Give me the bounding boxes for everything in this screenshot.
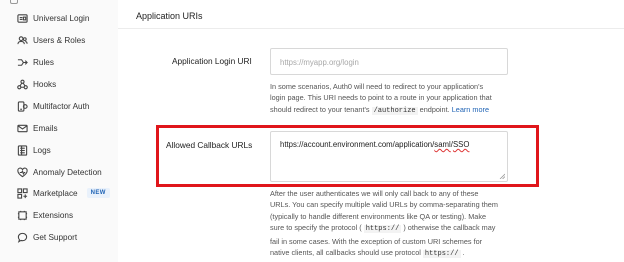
help-text-part: should redirect to your tenant's (270, 104, 370, 114)
callback-urls-value: https://account.environment.com/applicat… (280, 140, 469, 149)
sidebar-item-anomaly-detection[interactable]: Anomaly Detection (17, 163, 102, 181)
help-text: login page. This URI needs to point to a… (270, 93, 492, 103)
multifactor-icon (17, 100, 28, 112)
sidebar-item-label: Get Support (33, 232, 78, 242)
sidebar-item-label: Multifactor Auth (33, 101, 90, 111)
sidebar-item-rules[interactable]: Rules (17, 53, 54, 71)
rules-icon (17, 57, 28, 68)
sidebar-item-label: Hooks (33, 79, 57, 89)
heart-icon (17, 167, 28, 178)
help-text: In some scenarios, Auth0 will need to re… (270, 82, 484, 91)
support-icon (17, 232, 28, 243)
value-part: https://account.environment.com/applicat… (280, 140, 435, 149)
universal-login-icon (17, 13, 28, 24)
help-text: native clients, all callbacks should use… (270, 247, 530, 260)
https-code: https:// (422, 250, 461, 259)
sidebar-item-users-roles[interactable]: Users & Roles (17, 31, 85, 49)
help-text: After the user authenticates we will onl… (270, 189, 479, 198)
sidebar-item-hooks[interactable]: Hooks (17, 75, 56, 93)
email-icon (17, 123, 28, 134)
sidebar-item-emails[interactable]: Emails (17, 119, 58, 137)
sidebar-item-label: Extensions (33, 210, 74, 220)
help-text: URLs. You can specify multiple valid URL… (270, 200, 498, 210)
authorize-code: /authorize (371, 106, 418, 115)
help-text-part: . (462, 248, 465, 258)
callback-urls-help: After the user authenticates we will onl… (270, 188, 530, 260)
sidebar-item-label: Anomaly Detection (33, 167, 102, 177)
sidebar-item-extensions[interactable]: Extensions (17, 206, 73, 224)
section-title: Application URIs (136, 11, 203, 21)
help-text-part: ) otherwise the callback may (403, 223, 496, 233)
sidebar: Universal Login Users & Roles Rules Hook… (0, 0, 118, 262)
new-badge: NEW (86, 188, 110, 198)
users-icon (17, 35, 28, 46)
sidebar-item-universal-login[interactable]: Universal Login (17, 9, 89, 27)
help-text: should redirect to your tenant's /author… (270, 104, 530, 117)
sidebar-item-label: Users & Roles (33, 35, 86, 45)
resize-handle-icon[interactable] (499, 173, 505, 179)
help-text-part: endpoint. (419, 104, 450, 114)
login-uri-label: Application Login URI (172, 56, 252, 66)
sidebar-item-marketplace[interactable]: Marketplace NEW (17, 184, 110, 202)
login-uri-input[interactable]: https://myapp.org/login (270, 48, 508, 75)
help-text-part: sure to specify the protocol ( (270, 223, 362, 233)
extensions-icon (17, 210, 28, 221)
sidebar-item-label: Marketplace (33, 188, 78, 198)
help-text: sure to specify the protocol ( https:// … (270, 222, 530, 235)
sidebar-item-label: Logs (33, 145, 51, 155)
marketplace-icon (17, 187, 28, 199)
value-part: SSO (452, 140, 470, 149)
https-code: https:// (363, 225, 402, 234)
learn-more-link[interactable]: Learn more (452, 105, 489, 114)
login-uri-help: In some scenarios, Auth0 will need to re… (270, 81, 530, 117)
partial-icon (10, 0, 18, 4)
help-text: (typically to handle different environme… (270, 211, 487, 221)
sidebar-item-label: Rules (33, 57, 54, 67)
login-uri-placeholder: https://myapp.org/login (280, 58, 359, 67)
help-text: fail in some cases. With the exception o… (270, 236, 483, 246)
logs-icon (17, 144, 28, 156)
section-divider (118, 28, 624, 29)
sidebar-item-multifactor[interactable]: Multifactor Auth (17, 97, 89, 115)
hooks-icon (17, 79, 28, 90)
sidebar-item-get-support[interactable]: Get Support (17, 228, 77, 246)
help-text-part: native clients, all callbacks should use… (270, 248, 421, 258)
sidebar-item-label: Universal Login (33, 13, 90, 23)
sidebar-item-logs[interactable]: Logs (17, 141, 51, 159)
value-part: saml (434, 140, 451, 149)
callback-urls-textarea[interactable]: https://account.environment.com/applicat… (270, 131, 508, 182)
callback-urls-label: Allowed Callback URLs (166, 140, 253, 150)
sidebar-item-label: Emails (33, 123, 58, 133)
